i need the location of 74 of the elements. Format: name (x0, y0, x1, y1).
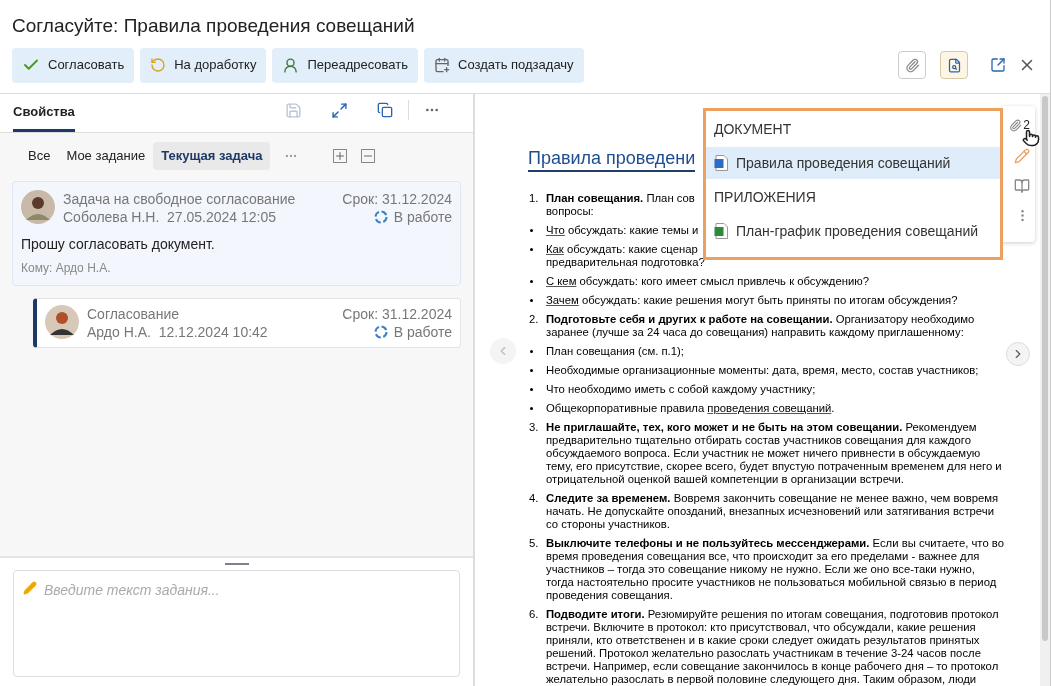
pencil-icon (23, 581, 37, 595)
document-text-line: предварительная подготовка? (546, 256, 705, 269)
user-icon (282, 56, 300, 74)
file-item[interactable]: Правила проведения совещаний (706, 147, 1000, 179)
avatar (45, 305, 79, 339)
document-text-line: Общекорпоративные правила проведения совещаний. (546, 402, 835, 415)
next-page-button[interactable] (1006, 342, 1030, 366)
due-date: Срок: 31.12.2024 (342, 190, 452, 208)
document-paragraph: Следите за временем. Вовремя закончить совещание не менее важно, чем вовремя начать. Не допускайте опозданий, внезапных исчезновений или затягивания встречи со стороны участников. (546, 492, 1000, 531)
view-toggle-button[interactable] (940, 51, 968, 79)
document-text-line: вопросы: (546, 205, 594, 218)
task-card[interactable]: Задача на свободное согласование Соболева Н.Н. 27.05.2024 12:05 Срок: 31.12.2024 В работе Прошу согласовать документ. Кому: Ардо Н.А. (12, 181, 461, 286)
word-file-icon (714, 155, 728, 171)
attachment-count: 2 (1023, 117, 1030, 134)
collapse-all-icon[interactable] (361, 149, 376, 163)
toolbar-button[interactable]: На доработку (140, 47, 267, 83)
toolbar-button[interactable]: Согласовать (12, 47, 135, 83)
spreadsheet-file-icon (714, 223, 728, 239)
paperclip-icon (904, 57, 920, 73)
popup-section-heading: ДОКУМЕНТ (713, 119, 793, 139)
list-number: 4. (529, 492, 540, 506)
filter-tab[interactable]: Текущая задача (153, 142, 271, 170)
expand-icon[interactable] (331, 101, 348, 119)
document-text-line: План совещания (см. п.1); (546, 345, 684, 358)
document-heading: Правила проведени (528, 146, 696, 172)
expand-all-icon[interactable] (333, 149, 348, 163)
copy-icon[interactable] (377, 102, 393, 118)
document-text-line: С кем обсуждать: кого имеет смысл привлечь к обсуждению? (546, 275, 869, 288)
task-status: В работе (393, 323, 452, 341)
document-text-line: Зачем обсуждать: какие решения могут быть приняты по итогам обсуждения? (546, 294, 958, 307)
document-text-line: Необходимые организационные моменты: дата, время, место, состав участников; (546, 364, 979, 377)
window-title: Согласуйте: Правила проведения совещаний (11, 14, 416, 38)
scrollbar[interactable] (1040, 94, 1050, 686)
list-number: 3. (529, 421, 540, 435)
document-text-line: Как обсуждать: какие сценар (546, 243, 698, 256)
document-text-line: Что необходимо иметь с собой каждому участнику; (546, 383, 816, 396)
pencil-icon[interactable] (1014, 148, 1030, 164)
splitter-handle[interactable] (224, 563, 249, 565)
pop-out-icon[interactable] (990, 57, 1006, 73)
task-message: Прошу согласовать документ. (21, 235, 216, 254)
list-number: 1. (529, 192, 540, 206)
toolbar-button[interactable]: Создать подзадачу (424, 47, 584, 83)
save-icon[interactable] (285, 101, 302, 119)
task-author: Ардо Н.А. 12.12.2024 10:42 (87, 323, 269, 341)
document-paragraph: Выключите телефоны и не пользуйтесь мессенджерами. Если вы считаете, что во время проведения совещания все, что происходит за его пределами - важнее для участников – тогда это совещание никому не нужно. Если же оно все-таки нужно, тогда настоятельно просите участников не пользоваться мобильной связью в период проведения совещания. (546, 537, 1004, 602)
list-number: 6. (529, 608, 540, 622)
task-recipient: Кому: Ардо Н.А. (21, 260, 112, 277)
list-number: 5. (529, 537, 540, 551)
document-text-line: План совещания. План сов (546, 192, 695, 205)
popup-section-heading: ПРИЛОЖЕНИЯ (713, 187, 817, 207)
paperclip-icon[interactable] (1009, 118, 1023, 132)
document-paragraph: Подводите итоги. Резюмируйте решения по итогам совещания, подготовив протокол встречи. Включите в протокол: кто присутствовал, что обсуждали, какие решения приняли, кто ответственен и в какие сроки следует ожидать результатов принятых решений. Протокол желательно разослать участникам в течение 3-24 часов после встречи. Например, если совещание закончилось в конце рабочего дня – то протокол желательно разослать в первой половине следующего дня. Таким образом, люди (546, 608, 1000, 686)
book-icon[interactable] (1014, 178, 1030, 194)
list-number: 2. (529, 313, 540, 327)
progress-icon (373, 210, 388, 224)
task-title: Согласование (87, 305, 180, 323)
toolbar-button[interactable]: Переадресовать (272, 47, 418, 83)
task-title: Задача на свободное согласование (63, 190, 297, 208)
undo-icon (150, 57, 167, 73)
document-text-line: Что обсуждать: какие темы и (546, 224, 699, 237)
document-paragraph: Не приглашайте, тех, кого может и не быть на этом совещании. Рекомендуем предварительно тщательно отбирать состав участников совещания для каждого обсуждаемого вопроса. Если участник не может ничего привнести в обсуждаемую тему, его присутствие, скорее всего, будет впустую потраченным временем для него и отрицательной оценкой вашей компетенции в организации встречи. (546, 421, 1003, 486)
avatar (21, 190, 55, 224)
due-date: Срок: 31.12.2024 (342, 305, 452, 323)
document-search-icon (946, 57, 962, 73)
task-card[interactable]: Согласование Ардо Н.А. 12.12.2024 10:42 Срок: 31.12.2024 В работе (33, 298, 461, 348)
document-paragraph: Подготовьте себя и других к работе на совещании. Организатору необходимо заранее (лучше за 24 часа до совещания) направить каждому приглашенному: (546, 313, 976, 339)
task-author: Соболева Н.Н. 27.05.2024 12:05 (63, 208, 278, 226)
progress-icon (373, 325, 388, 339)
view-toggle-button[interactable] (898, 51, 926, 79)
filter-tab[interactable]: Все (20, 142, 59, 170)
filter-tab[interactable]: Мое задание (58, 142, 154, 170)
task-text-field[interactable]: Введите текст задания... (13, 570, 460, 677)
calendar-icon (434, 57, 450, 73)
task-status: В работе (393, 208, 452, 226)
